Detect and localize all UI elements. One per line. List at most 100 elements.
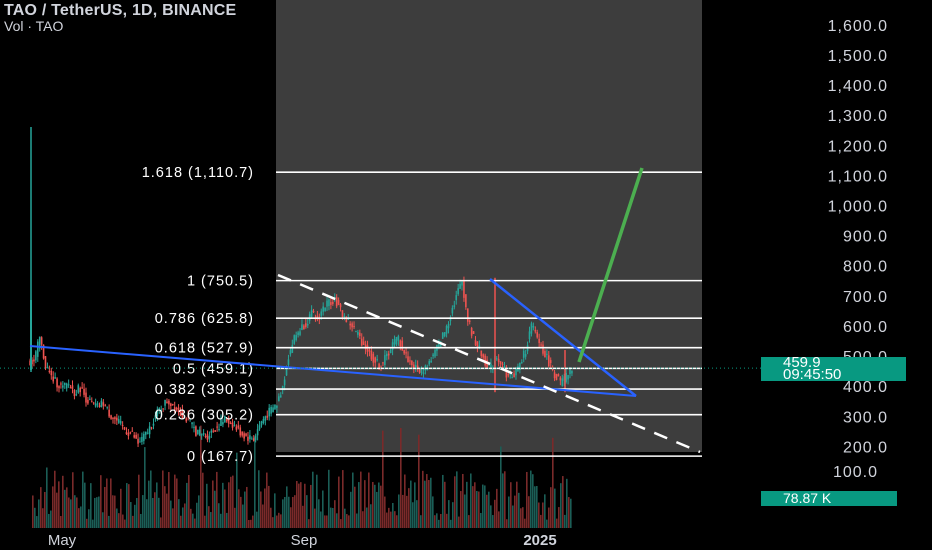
candle-body [455, 295, 458, 301]
candle-body [235, 426, 238, 430]
candle-body [310, 309, 313, 317]
candle-body [129, 432, 132, 434]
fib-level-label: 0 (167.7) [187, 449, 254, 465]
candle-body [530, 323, 533, 334]
candle-body [202, 432, 205, 435]
candle-body [547, 355, 550, 367]
candle-body [200, 434, 203, 436]
candle-body [355, 331, 357, 333]
volume-bar [450, 519, 452, 528]
volume-indicator-label[interactable]: Vol · TAO [4, 18, 236, 34]
volume-bar [56, 492, 58, 528]
candle-body [559, 377, 562, 381]
candle-body [283, 379, 286, 386]
candle-body [544, 351, 546, 358]
volume-bar [324, 515, 326, 528]
candle-body [457, 288, 459, 295]
volume-bar [384, 496, 386, 528]
volume-bar [506, 519, 508, 528]
candle-body [411, 360, 413, 366]
volume-bar [282, 499, 284, 528]
volume-bar [222, 482, 224, 528]
candle-body [274, 404, 276, 410]
volume-bar [36, 516, 38, 528]
volume-bar [412, 502, 414, 528]
candle-body [490, 363, 492, 369]
volume-bar [468, 515, 470, 528]
volume-bar [456, 471, 458, 528]
candle-body [63, 382, 66, 385]
volume-bar [190, 508, 192, 528]
candle-body [214, 430, 216, 432]
volume-bar [436, 513, 438, 528]
candle-body [343, 315, 346, 317]
volume-bar [208, 506, 210, 528]
volume-bar [540, 514, 542, 528]
candle-body [193, 426, 195, 428]
candle-body [401, 340, 404, 351]
volume-bar [528, 496, 530, 528]
price-tick-label: 1,400.0 [828, 78, 888, 95]
candle-body [393, 339, 396, 345]
candle-body [96, 403, 99, 405]
volume-bar [62, 475, 64, 528]
candle-body [324, 307, 326, 311]
volume-bar [202, 472, 204, 528]
candle-body [52, 376, 55, 382]
candle-body [389, 349, 392, 353]
volume-bar [408, 488, 410, 528]
candle-body [470, 328, 473, 336]
fib-level-label: 0.618 (527.9) [155, 341, 254, 357]
volume-bar [504, 471, 506, 528]
volume-bar [470, 473, 472, 528]
candle-body [561, 378, 564, 386]
candle-body [430, 360, 432, 363]
fib-level-label: 0.382 (390.3) [155, 382, 254, 398]
volume-bar [180, 515, 182, 528]
volume-bar [484, 485, 486, 528]
candle-body [62, 385, 64, 388]
volume-bar [546, 519, 548, 528]
candle-body [399, 340, 402, 347]
candle-body [534, 330, 537, 332]
volume-bar [68, 497, 70, 528]
volume-bar [508, 496, 510, 528]
candle-body [272, 407, 274, 413]
volume-bar [268, 485, 270, 528]
candle-body [459, 283, 461, 289]
volume-bar [102, 512, 104, 528]
volume-bar [226, 512, 228, 528]
candle-body [497, 358, 500, 363]
volume-bar [146, 499, 148, 528]
volume-bar [514, 495, 516, 528]
volume-bar [196, 502, 198, 528]
candle-body [453, 305, 456, 308]
candle-body [87, 399, 89, 404]
chart-canvas[interactable]: 1.618 (1,110.7) 1 (750.5) 0.786 (625.8) 0.6… [0, 0, 932, 550]
candle-body [117, 419, 120, 423]
candle-body [360, 338, 363, 346]
volume-bar [386, 512, 388, 528]
volume-bar [220, 513, 222, 528]
volume-bar [80, 506, 82, 528]
candle-body [451, 307, 454, 314]
candle-body [443, 332, 446, 337]
candle-body [100, 400, 103, 408]
volume-bar [82, 471, 84, 528]
volume-bar [162, 470, 164, 528]
volume-bar [150, 470, 152, 528]
candle-body [198, 429, 201, 436]
candle-body [407, 356, 409, 363]
volume-bar [354, 486, 356, 528]
volume-bar [410, 480, 412, 528]
volume-tick-label: 100.0 [833, 464, 878, 481]
volume-bar [256, 511, 258, 528]
volume-bar [304, 483, 306, 528]
candle-body [553, 372, 556, 379]
candle-body [353, 326, 355, 328]
volume-bar [368, 472, 370, 528]
candle-body [256, 429, 259, 436]
volume-bar [552, 437, 554, 528]
volume-bar [224, 489, 226, 528]
volume-bar [422, 470, 424, 528]
